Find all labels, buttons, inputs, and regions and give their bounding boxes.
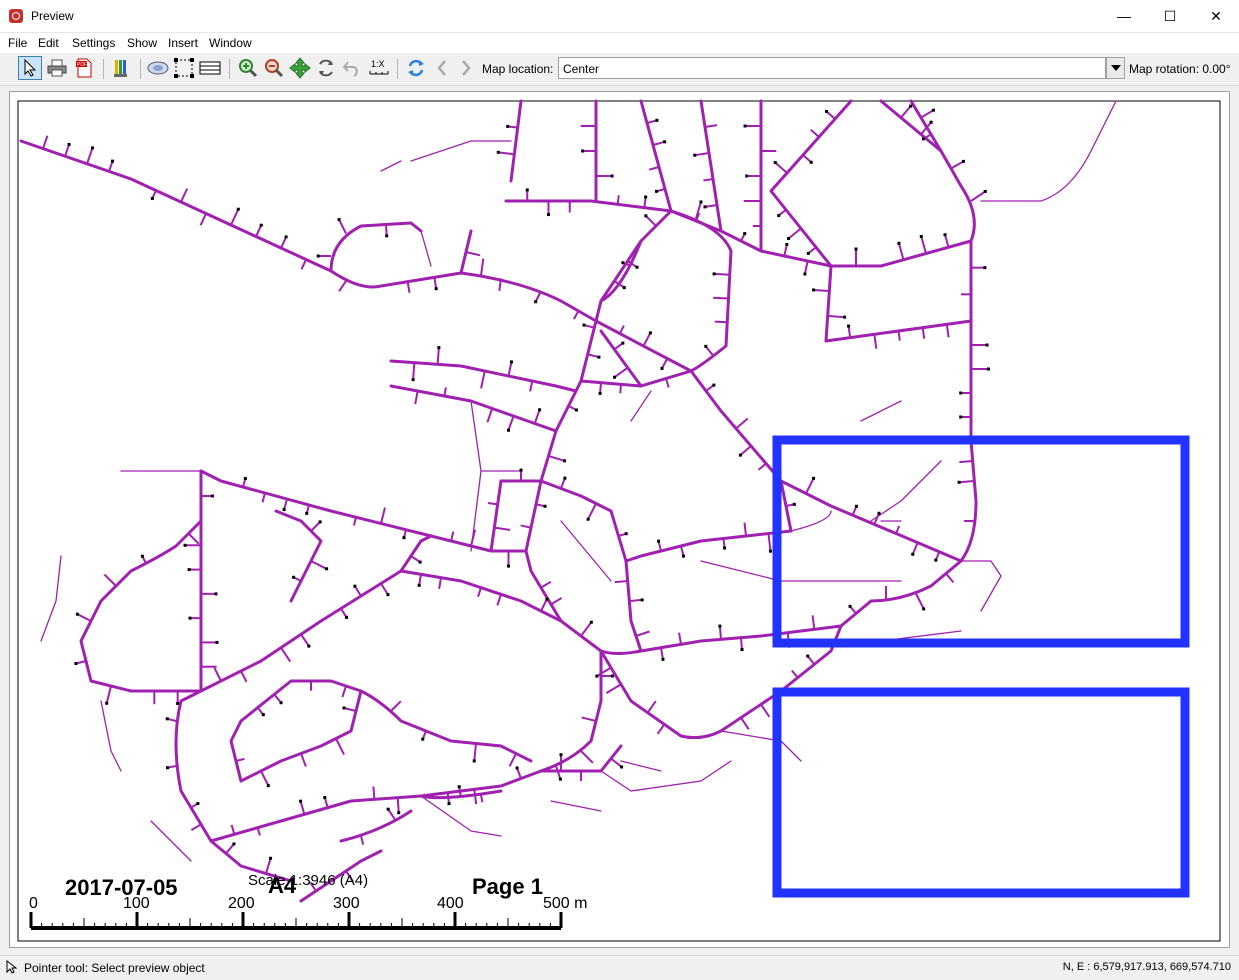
menu-bar: File Edit Settings Show Insert Window: [0, 33, 1239, 53]
style-tool-button[interactable]: [109, 56, 133, 80]
scale-tick-label-400: 400: [437, 895, 464, 912]
scale-icon: 1:X: [369, 59, 389, 75]
zoom-in-button[interactable]: [236, 56, 260, 80]
page-label: Page 1: [472, 874, 543, 899]
refresh-button[interactable]: [404, 56, 428, 80]
app-icon: [9, 9, 23, 23]
map-location-select[interactable]: Center: [558, 57, 1106, 79]
zoom-in-icon: [239, 59, 258, 78]
title-bar: Preview — ☐ ✕: [0, 0, 1239, 33]
undo-icon: [342, 61, 358, 77]
menu-settings[interactable]: Settings: [72, 36, 115, 50]
table-icon: [199, 61, 221, 75]
previous-button[interactable]: [430, 56, 454, 80]
scale-tool-label: 1:X: [371, 59, 385, 69]
scale-tick-label-0: 0: [29, 895, 38, 912]
status-bar: Pointer tool: Select preview object N, E…: [0, 955, 1239, 980]
pointer-icon: [24, 59, 37, 77]
refresh-icon: [408, 59, 424, 77]
pointer-tool-button[interactable]: [18, 56, 42, 80]
zoom-out-button[interactable]: [262, 56, 286, 80]
frame-select-icon: [174, 58, 194, 78]
map-icon: [147, 61, 169, 75]
pdf-export-button[interactable]: PDF: [72, 56, 96, 80]
map-location-label: Map location:: [482, 62, 554, 76]
chevron-down-icon: [1110, 65, 1121, 71]
window-title: Preview: [31, 9, 74, 23]
pan-arrows-icon: [289, 57, 311, 79]
paper-size-label: A4: [268, 873, 297, 898]
scale-button[interactable]: 1:X: [367, 56, 391, 80]
chevron-right-icon: [462, 60, 471, 76]
menu-file[interactable]: File: [8, 36, 27, 50]
map-rotation-label: Map rotation: 0.00°: [1129, 62, 1231, 76]
map-preview[interactable]: 2017-07-05 Scale 1:3946 (A4) A4 Page 1 0…: [10, 92, 1229, 947]
map-scale-text: Scale 1:3946 (A4): [248, 872, 368, 889]
close-button[interactable]: ✕: [1193, 0, 1239, 32]
status-tool-text: Pointer tool: Select preview object: [24, 961, 205, 975]
pencils-icon: [114, 60, 127, 77]
print-button[interactable]: [45, 56, 69, 80]
menu-insert[interactable]: Insert: [168, 36, 198, 50]
menu-edit[interactable]: Edit: [38, 36, 59, 50]
svg-text:PDF: PDF: [77, 62, 87, 68]
preview-canvas[interactable]: 2017-07-05 Scale 1:3946 (A4) A4 Page 1 0…: [9, 91, 1230, 948]
scale-tick-label-300: 300: [333, 895, 360, 912]
scale-tick-label-500: 500 m: [543, 895, 587, 912]
next-button[interactable]: [454, 56, 478, 80]
rotate-button[interactable]: [314, 56, 338, 80]
map-view-button[interactable]: [146, 56, 170, 80]
pdf-icon: PDF: [76, 58, 92, 78]
legend-tool-button[interactable]: [198, 56, 222, 80]
map-location-dropdown-button[interactable]: [1106, 57, 1125, 79]
scale-tick-label-200: 200: [228, 895, 255, 912]
map-date: 2017-07-05: [65, 875, 178, 900]
undo-button[interactable]: [340, 56, 364, 80]
rotate-icon: [319, 59, 333, 77]
menu-show[interactable]: Show: [127, 36, 157, 50]
minimize-button[interactable]: —: [1101, 0, 1147, 32]
page-border: [17, 100, 1221, 942]
map-location-value: Center: [563, 62, 600, 76]
status-coordinates: N, E : 6,579,917.913, 669,574.710: [1062, 961, 1231, 973]
pointer-icon: [6, 960, 18, 974]
scale-tick-label-100: 100: [123, 895, 150, 912]
zoom-out-icon: [265, 59, 284, 78]
pan-button[interactable]: [288, 56, 312, 80]
menu-window[interactable]: Window: [209, 36, 252, 50]
printer-icon: [47, 59, 67, 77]
maximize-button[interactable]: ☐: [1147, 0, 1193, 32]
frame-tool-button[interactable]: [172, 56, 196, 80]
chevron-left-icon: [437, 60, 446, 76]
